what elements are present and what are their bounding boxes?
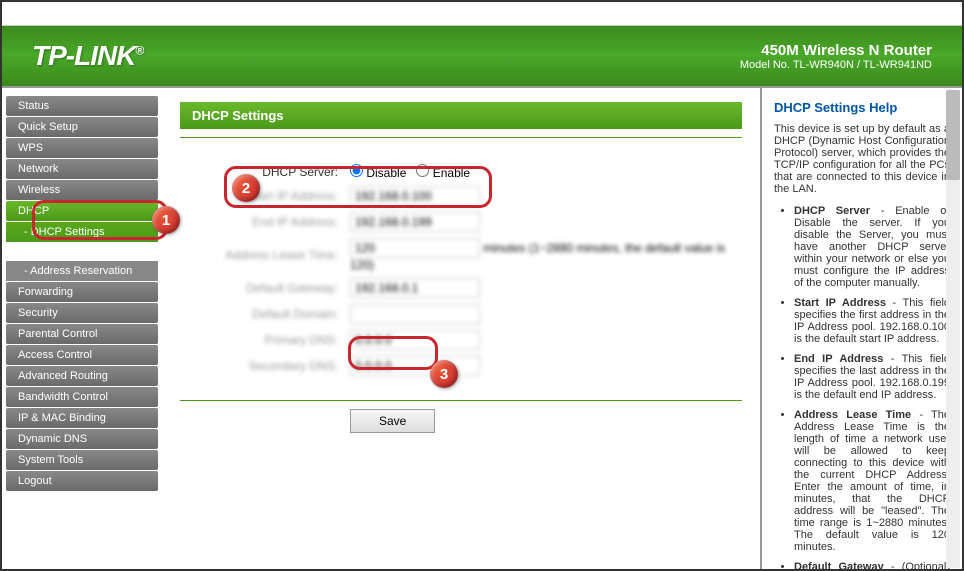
sidebar: Status Quick Setup WPS Network Wireless … bbox=[2, 88, 162, 569]
product-title: 450M Wireless N Router bbox=[740, 42, 932, 59]
help-item: Address Lease Time - The Address Lease T… bbox=[794, 409, 950, 553]
start-ip-input[interactable] bbox=[350, 186, 480, 206]
dhcp-disable-radio[interactable] bbox=[350, 164, 363, 177]
annotation-badge-1: 1 bbox=[152, 206, 180, 234]
sidebar-item-bandwidth-control[interactable]: Bandwidth Control bbox=[6, 387, 158, 407]
sidebar-sub-address-reservation[interactable]: - Address Reservation bbox=[6, 261, 158, 281]
gateway-input[interactable] bbox=[350, 278, 480, 298]
help-item: DHCP Server - Enable or Disable the serv… bbox=[794, 205, 950, 289]
sidebar-item-forwarding[interactable]: Forwarding bbox=[6, 282, 158, 302]
header-info: 450M Wireless N Router Model No. TL-WR94… bbox=[740, 42, 932, 71]
header: TP-LINK® 450M Wireless N Router Model No… bbox=[2, 26, 962, 86]
sidebar-item-advanced-routing[interactable]: Advanced Routing bbox=[6, 366, 158, 386]
annotation-badge-3: 3 bbox=[430, 360, 458, 388]
sidebar-item-dhcp[interactable]: DHCP bbox=[6, 201, 158, 221]
logo: TP-LINK® bbox=[32, 40, 143, 72]
content-panel: DHCP Settings DHCP Server: Disable Enabl… bbox=[162, 88, 762, 569]
sidebar-item-dynamic-dns[interactable]: Dynamic DNS bbox=[6, 429, 158, 449]
dhcp-server-label: DHCP Server: bbox=[190, 165, 350, 179]
sidebar-item-wps[interactable]: WPS bbox=[6, 138, 158, 158]
sidebar-sub-dhcp-settings[interactable]: - DHCP Settings bbox=[6, 222, 158, 242]
sidebar-item-network[interactable]: Network bbox=[6, 159, 158, 179]
sidebar-item-access-control[interactable]: Access Control bbox=[6, 345, 158, 365]
sidebar-item-parental-control[interactable]: Parental Control bbox=[6, 324, 158, 344]
annotation-badge-2: 2 bbox=[232, 174, 260, 202]
primary-dns-input[interactable] bbox=[350, 330, 480, 350]
help-intro: This device is set up by default as a DH… bbox=[774, 123, 950, 195]
sidebar-item-logout[interactable]: Logout bbox=[6, 471, 158, 491]
divider bbox=[180, 137, 742, 138]
secondary-dns-label: Secondary DNS: bbox=[190, 359, 350, 373]
start-ip-label: Start IP Address: bbox=[190, 189, 350, 203]
help-item: Start IP Address - This field specifies … bbox=[794, 297, 950, 345]
panel-title: DHCP Settings bbox=[180, 102, 742, 129]
gateway-label: Default Gateway: bbox=[190, 281, 350, 295]
sidebar-item-security[interactable]: Security bbox=[6, 303, 158, 323]
help-panel: DHCP Settings Help This device is set up… bbox=[762, 88, 962, 569]
scrollbar[interactable] bbox=[946, 90, 960, 568]
dhcp-enable-radio[interactable] bbox=[416, 164, 429, 177]
scroll-thumb[interactable] bbox=[946, 90, 960, 180]
save-button[interactable]: Save bbox=[350, 409, 435, 433]
help-list: DHCP Server - Enable or Disable the serv… bbox=[774, 205, 950, 569]
end-ip-label: End IP Address: bbox=[190, 215, 350, 229]
divider bbox=[180, 400, 742, 401]
lease-time-label: Address Lease Time: bbox=[190, 248, 350, 262]
sidebar-item-ip-mac-binding[interactable]: IP & MAC Binding bbox=[6, 408, 158, 428]
domain-input[interactable] bbox=[350, 304, 480, 324]
dhcp-disable-option[interactable]: Disable bbox=[350, 166, 406, 180]
help-item: Default Gateway - (Optional) Suggest to … bbox=[794, 561, 950, 569]
sidebar-item-wireless[interactable]: Wireless bbox=[6, 180, 158, 200]
primary-dns-label: Primary DNS: bbox=[190, 333, 350, 347]
window-top-bar bbox=[2, 2, 962, 26]
domain-label: Default Domain: bbox=[190, 307, 350, 321]
sidebar-item-system-tools[interactable]: System Tools bbox=[6, 450, 158, 470]
lease-time-input[interactable] bbox=[350, 238, 480, 258]
secondary-dns-input[interactable] bbox=[350, 356, 480, 376]
sidebar-item-status[interactable]: Status bbox=[6, 96, 158, 116]
sidebar-item-quick-setup[interactable]: Quick Setup bbox=[6, 117, 158, 137]
help-item: End IP Address - This field specifies th… bbox=[794, 353, 950, 401]
end-ip-input[interactable] bbox=[350, 212, 480, 232]
help-title: DHCP Settings Help bbox=[774, 100, 950, 115]
model-number: Model No. TL-WR940N / TL-WR941ND bbox=[740, 59, 932, 71]
dhcp-enable-option[interactable]: Enable bbox=[416, 166, 470, 180]
